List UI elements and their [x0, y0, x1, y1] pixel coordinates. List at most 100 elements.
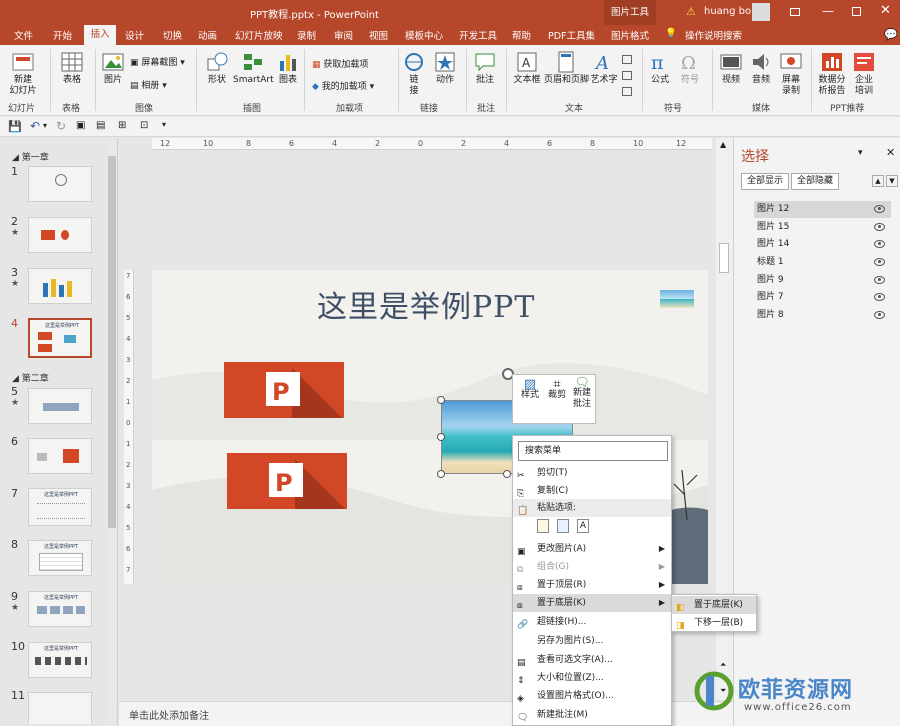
slide-thumb-2[interactable]: [28, 217, 92, 253]
eye-icon[interactable]: [874, 293, 885, 301]
menu-bring-to-front[interactable]: ⧈ 置于顶层(R) ▶: [513, 576, 671, 594]
new-comment-button[interactable]: 🗨 新建 批注: [569, 376, 595, 410]
selection-item[interactable]: 图片 15: [754, 219, 891, 236]
slide-thumb-10[interactable]: 这里是举例PPT: [28, 642, 92, 678]
small-beach-picture[interactable]: [660, 290, 694, 308]
style-button[interactable]: ▨ 样式: [517, 378, 543, 401]
slide-thumb-11[interactable]: [28, 692, 92, 724]
menu-copy[interactable]: ⎘ 复制(C): [513, 482, 671, 500]
eye-icon[interactable]: [874, 311, 885, 319]
resize-handle[interactable]: [437, 433, 445, 441]
avatar[interactable]: [752, 3, 770, 21]
notes-placeholder[interactable]: 单击此处添加备注: [129, 707, 209, 722]
paste-option-keep-source[interactable]: [537, 519, 549, 533]
show-all-button[interactable]: 全部显示: [741, 173, 789, 190]
tab-review[interactable]: 审阅: [334, 28, 353, 42]
powerpoint-logo-card-2[interactable]: P: [227, 453, 347, 509]
selection-item[interactable]: 图片 7: [754, 289, 891, 306]
customize-qat-icon[interactable]: ▾: [162, 120, 166, 129]
selection-item[interactable]: 图片 14: [754, 236, 891, 253]
album-button[interactable]: ▤ 相册 ▾: [130, 78, 167, 91]
tab-file[interactable]: 文件: [14, 28, 33, 42]
user-name[interactable]: huang bo: [704, 6, 751, 17]
text-small-icon[interactable]: [622, 55, 632, 64]
scroll-thumb[interactable]: [719, 243, 729, 273]
tab-home[interactable]: 开始: [53, 28, 72, 42]
wordart-button[interactable]: A 艺术字: [590, 51, 618, 86]
menu-cut[interactable]: ✂ 剪切(T): [513, 464, 671, 482]
tab-view[interactable]: 视图: [369, 28, 388, 42]
draw-table-icon[interactable]: ⊞: [118, 120, 126, 131]
section-chapter-1[interactable]: ◢ 第一章: [12, 150, 49, 163]
resize-handle[interactable]: [437, 396, 445, 404]
slide-thumb-9[interactable]: 这里是举例PPT: [28, 591, 92, 627]
tab-pdf[interactable]: PDF工具集: [548, 28, 595, 42]
shapes-button[interactable]: 形状: [203, 51, 231, 86]
selection-item[interactable]: 图片 8: [754, 307, 891, 324]
eye-icon[interactable]: [874, 240, 885, 248]
preview-icon[interactable]: ⊡: [140, 120, 148, 131]
menu-group[interactable]: ⧉ 组合(G) ▶: [513, 558, 671, 576]
slide-thumb-1[interactable]: [28, 166, 92, 202]
data-analysis-button[interactable]: 数据分 析报告: [816, 51, 848, 97]
scroll-up-icon[interactable]: ▲: [720, 140, 726, 149]
formula-button[interactable]: π 公式: [648, 51, 672, 86]
menu-send-to-back[interactable]: ⧈ 置于底层(K) ▶: [513, 594, 671, 612]
selection-item[interactable]: 标题 1: [754, 254, 891, 271]
ribbon-display-icon[interactable]: [790, 8, 800, 16]
comment-button[interactable]: 批注: [472, 51, 498, 86]
eye-icon[interactable]: [874, 276, 885, 284]
pane-options-icon[interactable]: ▾: [858, 148, 863, 158]
redo-icon[interactable]: ↻: [56, 119, 66, 133]
menu-hyperlink[interactable]: 🔗 超链接(H)...: [513, 613, 671, 631]
training-button[interactable]: 企业 培训: [850, 51, 878, 97]
pane-close-icon[interactable]: ✕: [886, 146, 895, 159]
header-footer-button[interactable]: 页眉和页脚: [544, 51, 589, 86]
smartart-button[interactable]: SmartArt: [233, 51, 274, 86]
slide-thumb-5[interactable]: [28, 388, 92, 424]
hide-all-button[interactable]: 全部隐藏: [791, 173, 839, 190]
resize-handle[interactable]: [503, 470, 511, 478]
comments-icon[interactable]: 💬: [884, 28, 898, 41]
powerpoint-logo-card-1[interactable]: P: [224, 362, 344, 418]
selection-item-selected[interactable]: 图片 12: [754, 201, 891, 218]
section-chapter-2[interactable]: ◢ 第二章: [12, 371, 49, 384]
textbox-button[interactable]: A 文本框: [512, 51, 542, 86]
tab-help[interactable]: 帮助: [512, 28, 531, 42]
save-icon[interactable]: 💾: [8, 120, 22, 133]
slide-title[interactable]: 这里是举例PPT: [317, 282, 535, 326]
menu-change-picture[interactable]: ▣ 更改图片(A) ▶: [513, 540, 671, 558]
video-button[interactable]: 视频: [718, 51, 744, 86]
slide-thumb-7[interactable]: 这里是举例PPT: [28, 488, 92, 526]
tab-developer[interactable]: 开发工具: [459, 28, 497, 42]
my-addins-button[interactable]: ◆ 我的加载项 ▾: [312, 79, 374, 92]
undo-dropdown-icon[interactable]: ▾: [43, 121, 47, 130]
text-small-icon[interactable]: [622, 87, 632, 96]
tab-record[interactable]: 录制: [297, 28, 316, 42]
eye-icon[interactable]: [874, 223, 885, 231]
slide-thumb-8[interactable]: 这里是举例PPT: [28, 540, 92, 576]
menu-save-as-picture[interactable]: 另存为图片(S)...: [513, 632, 671, 650]
tab-slideshow[interactable]: 幻灯片放映: [235, 28, 283, 42]
new-slide-button[interactable]: 新建 幻灯片: [8, 51, 38, 97]
paste-option-picture[interactable]: [557, 519, 569, 533]
send-backward-icon[interactable]: ▼: [886, 175, 898, 187]
menu-format-picture[interactable]: ◈ 设置图片格式(O)...: [513, 687, 671, 705]
maximize-icon[interactable]: [852, 7, 861, 16]
submenu-send-to-back[interactable]: ◧ 置于底层(K): [672, 596, 756, 614]
slide-thumb-6[interactable]: [28, 438, 92, 474]
search-menu-input[interactable]: 搜索菜单: [518, 441, 668, 461]
chart-button[interactable]: 图表: [276, 51, 300, 86]
tab-animations[interactable]: 动画: [198, 28, 217, 42]
tab-template[interactable]: 模板中心: [405, 28, 443, 42]
start-from-beginning-icon[interactable]: ▣: [76, 120, 85, 131]
bring-forward-icon[interactable]: ▲: [872, 175, 884, 187]
tab-tell-me[interactable]: 操作说明搜索: [685, 28, 742, 42]
slide-thumb-3[interactable]: [28, 268, 92, 304]
picture-button[interactable]: 图片: [100, 51, 126, 86]
thumb-scroll-thumb[interactable]: [108, 156, 116, 528]
screen-record-button[interactable]: 屏幕 录制: [778, 51, 804, 97]
resize-handle[interactable]: [437, 470, 445, 478]
selection-item[interactable]: 图片 9: [754, 272, 891, 289]
slide-thumb-4-selected[interactable]: 这里是举例PPT: [28, 318, 92, 358]
